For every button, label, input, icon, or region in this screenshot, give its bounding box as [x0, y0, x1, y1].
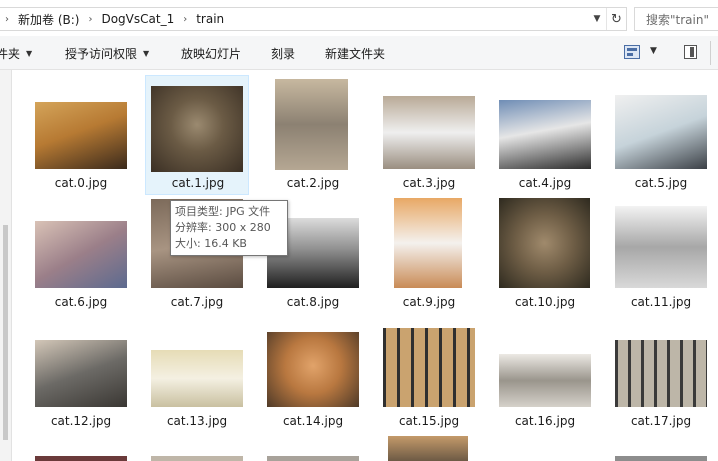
file-name: cat.16.jpg — [514, 414, 576, 428]
tooltip-resolution: 分辨率: 300 x 280 — [175, 221, 271, 234]
file-thumbnail — [35, 221, 127, 288]
file-thumbnail — [35, 340, 127, 407]
toolbar-include-in-library-button[interactable]: 件夹 ▼ — [0, 36, 32, 70]
chevron-right-icon[interactable]: › — [83, 14, 97, 25]
tooltip-size: 大小: 16.4 KB — [175, 237, 247, 250]
file-name: cat.15.jpg — [398, 414, 460, 428]
file-thumbnail — [151, 350, 243, 407]
breadcrumb[interactable]: › 新加卷 (B:) › DogVsCat_1 › train ▼ ↻ — [0, 7, 627, 31]
file-item[interactable]: cat.11.jpg — [609, 194, 713, 314]
file-name: cat.2.jpg — [286, 176, 340, 190]
change-view-icon[interactable] — [624, 45, 640, 59]
address-bar: › 新加卷 (B:) › DogVsCat_1 › train ▼ ↻ 搜索"t… — [0, 0, 718, 36]
refresh-icon[interactable]: ↻ — [606, 8, 626, 30]
view-options-dropdown-icon[interactable]: ▼ — [650, 46, 657, 56]
file-thumbnail — [499, 198, 590, 288]
toolbar-item-label: 授予访问权限 — [65, 46, 138, 61]
file-item[interactable]: cat.2.jpg — [261, 75, 365, 195]
file-thumbnail — [151, 86, 243, 172]
file-thumbnail — [615, 340, 707, 407]
file-item[interactable]: cat.17.jpg — [609, 313, 713, 433]
file-thumbnail — [615, 95, 707, 169]
file-thumbnail — [35, 102, 127, 169]
file-thumbnail-partial[interactable] — [267, 456, 359, 461]
address-history-dropdown-icon[interactable]: ▼ — [588, 8, 606, 30]
file-item[interactable]: cat.12.jpg — [29, 313, 133, 433]
file-thumbnail — [499, 354, 591, 407]
nav-pane-scrollbar[interactable] — [0, 70, 12, 461]
file-item[interactable]: cat.13.jpg — [145, 313, 249, 433]
file-thumbnail — [394, 198, 462, 288]
file-thumbnail — [499, 100, 591, 169]
file-name: cat.9.jpg — [402, 295, 456, 309]
file-thumbnail — [267, 332, 359, 407]
toolbar-divider — [710, 41, 711, 65]
file-name: cat.0.jpg — [54, 176, 108, 190]
chevron-down-icon: ▼ — [143, 48, 150, 58]
file-view[interactable]: cat.0.jpg cat.1.jpg cat.2.jpg cat.3.jpg … — [0, 70, 718, 461]
file-thumbnail — [383, 328, 475, 407]
file-name: cat.1.jpg — [171, 176, 225, 190]
file-thumbnail — [383, 96, 475, 169]
file-name: cat.13.jpg — [166, 414, 228, 428]
file-item[interactable]: cat.4.jpg — [493, 75, 597, 195]
file-name: cat.4.jpg — [518, 176, 572, 190]
file-item[interactable]: cat.9.jpg — [377, 194, 481, 314]
file-name: cat.5.jpg — [634, 176, 688, 190]
file-item[interactable]: cat.14.jpg — [261, 313, 365, 433]
toolbar-burn-button[interactable]: 刻录 — [271, 36, 295, 70]
chevron-down-icon: ▼ — [26, 48, 33, 58]
file-name: cat.3.jpg — [402, 176, 456, 190]
file-item[interactable]: cat.15.jpg — [377, 313, 481, 433]
file-name: cat.17.jpg — [630, 414, 692, 428]
file-name: cat.14.jpg — [282, 414, 344, 428]
file-item[interactable]: cat.6.jpg — [29, 194, 133, 314]
file-name: cat.6.jpg — [54, 295, 108, 309]
file-item[interactable]: cat.5.jpg — [609, 75, 713, 195]
file-thumbnail — [275, 79, 348, 170]
file-item[interactable]: cat.10.jpg — [493, 194, 597, 314]
toolbar-new-folder-button[interactable]: 新建文件夹 — [325, 36, 385, 70]
toolbar-item-label: 放映幻灯片 — [181, 46, 242, 61]
file-info-tooltip: 项目类型: JPG 文件 分辨率: 300 x 280 大小: 16.4 KB — [170, 200, 288, 256]
toolbar-item-label: 件夹 — [0, 46, 21, 61]
file-item-selected[interactable]: cat.1.jpg — [145, 75, 249, 195]
toolbar-slideshow-button[interactable]: 放映幻灯片 — [181, 36, 241, 70]
file-thumbnail-partial[interactable] — [35, 456, 127, 461]
toolbar-share-access-button[interactable]: 授予访问权限 ▼ — [65, 36, 149, 70]
preview-pane-icon[interactable] — [684, 45, 697, 59]
tooltip-item-type: 项目类型: JPG 文件 — [175, 205, 271, 218]
file-thumbnail-partial[interactable] — [151, 456, 243, 461]
file-thumbnail — [615, 206, 707, 288]
file-item[interactable]: cat.0.jpg — [29, 75, 133, 195]
file-thumbnail-partial[interactable] — [615, 456, 707, 461]
chevron-right-icon[interactable]: › — [178, 14, 192, 25]
file-name: cat.12.jpg — [50, 414, 112, 428]
file-thumbnail-partial[interactable] — [388, 436, 468, 461]
file-name: cat.8.jpg — [286, 295, 340, 309]
file-name: cat.10.jpg — [514, 295, 576, 309]
breadcrumb-folder[interactable]: DogVsCat_1 — [97, 12, 178, 26]
file-item[interactable]: cat.16.jpg — [493, 313, 597, 433]
scrollbar-thumb[interactable] — [3, 225, 8, 440]
toolbar-item-label: 刻录 — [271, 46, 296, 61]
toolbar-item-label: 新建文件夹 — [325, 46, 386, 61]
file-name: cat.11.jpg — [630, 295, 692, 309]
breadcrumb-current[interactable]: train — [192, 12, 228, 26]
file-name: cat.7.jpg — [170, 295, 224, 309]
file-item[interactable]: cat.3.jpg — [377, 75, 481, 195]
search-input[interactable]: 搜索"train" — [634, 7, 718, 31]
chevron-right-icon: › — [5, 13, 9, 25]
breadcrumb-drive[interactable]: 新加卷 (B:) — [14, 11, 83, 28]
command-bar: 件夹 ▼ 授予访问权限 ▼ 放映幻灯片 刻录 新建文件夹 ▼ — [0, 36, 718, 70]
